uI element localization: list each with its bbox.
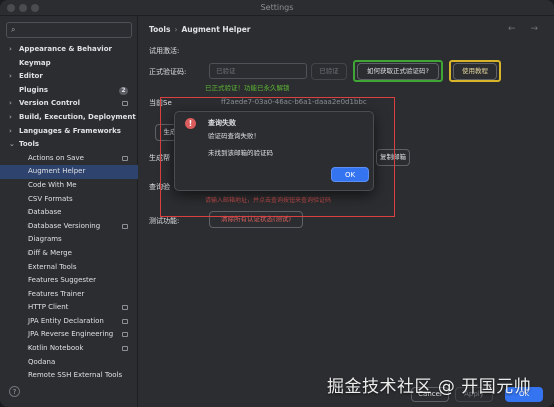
breadcrumb-separator-icon: › xyxy=(174,25,178,34)
sidebar-item-label: Features Suggester xyxy=(28,276,96,285)
error-dialog: ! 查询失败 验证码查询失败！ 未找到该邮箱的验证码 OK xyxy=(174,111,374,191)
sidebar-item-external-tools[interactable]: External Tools xyxy=(0,261,138,275)
breadcrumb: Tools › Augment Helper xyxy=(149,25,251,34)
chevron-right-icon[interactable]: › xyxy=(9,125,12,139)
breadcrumb-parent[interactable]: Tools xyxy=(149,25,170,34)
project-scope-icon xyxy=(122,346,128,352)
dialog-ok-button[interactable]: OK xyxy=(331,167,369,182)
tutorial-button[interactable]: 使用教程 xyxy=(453,63,497,80)
sidebar-item-label: Keymap xyxy=(19,58,51,67)
project-scope-icon xyxy=(122,332,128,338)
help-icon[interactable]: ? xyxy=(9,386,20,397)
sidebar-item-label: Languages & Frameworks xyxy=(19,126,121,135)
chevron-right-icon[interactable]: › xyxy=(9,43,12,57)
search-icon: ⌕ xyxy=(11,25,16,34)
sidebar-item-label: Plugins xyxy=(19,85,49,94)
project-scope-icon xyxy=(122,101,128,107)
sidebar-item-version-control[interactable]: › Version Control xyxy=(0,97,138,111)
code-label: 正式验证码: xyxy=(149,68,187,76)
sidebar-item-label: Editor xyxy=(19,72,43,81)
sidebar-item-remote-ssh-external-tools[interactable]: Remote SSH External Tools xyxy=(0,369,138,383)
watermark: 掘金技术社区 @ 开国元帅 xyxy=(327,377,532,397)
sidebar-item-label: Tools xyxy=(19,140,40,149)
sidebar-item-appearance-behavior[interactable]: › Appearance & Behavior xyxy=(0,43,138,57)
sidebar-item-label: Features Trainer xyxy=(28,289,85,298)
sidebar-item-label: JPA Entity Declaration xyxy=(28,316,104,325)
settings-search-input[interactable]: ⌕ xyxy=(6,22,132,38)
error-icon: ! xyxy=(185,118,196,129)
sidebar-item-diff-merge[interactable]: › Diff & Merge xyxy=(0,247,138,261)
dialog-detail: 未找到该邮箱的验证码 xyxy=(208,149,273,157)
settings-content: Tools › Augment Helper ← → 试用激活: 正式验证码: 已验… xyxy=(139,16,554,407)
sidebar-item-label: Qodana xyxy=(28,357,56,366)
sidebar-item-label: Diff & Merge xyxy=(28,248,72,257)
sidebar-item-code-with-me[interactable]: Code With Me xyxy=(0,179,138,193)
section-title: 试用激活: xyxy=(149,47,180,55)
window-title: Settings xyxy=(260,3,294,12)
sidebar-item-keymap[interactable]: Keymap xyxy=(0,57,138,71)
verified-button[interactable]: 已验证 xyxy=(311,63,347,80)
sidebar-item-label: Diagrams xyxy=(28,235,62,244)
dialog-title: 查询失败 xyxy=(208,119,236,127)
sidebar-item-label: Database Versioning xyxy=(28,221,101,230)
sidebar-item-languages-frameworks[interactable]: › Languages & Frameworks xyxy=(0,125,138,139)
sidebar-item-build-execution-deployment[interactable]: › Build, Execution, Deployment xyxy=(0,111,138,125)
sidebar-item-kotlin-notebook[interactable]: › Kotlin Notebook xyxy=(0,342,138,356)
sidebar-item-label: CSV Formats xyxy=(28,194,73,203)
how-to-get-code-button[interactable]: 如何获取正式验证码? xyxy=(357,63,439,80)
sidebar-item-diagrams[interactable]: Diagrams xyxy=(0,233,138,247)
sidebar-item-label: Actions on Save xyxy=(28,153,84,162)
sidebar-item-label: Database xyxy=(28,208,62,217)
sidebar-item-actions-on-save[interactable]: Actions on Save xyxy=(0,152,138,166)
updates-count-badge: 2 xyxy=(119,86,128,95)
sidebar-item-label: Version Control xyxy=(19,99,80,108)
chevron-right-icon[interactable]: › xyxy=(9,70,12,84)
project-scope-icon xyxy=(122,318,128,324)
project-scope-icon xyxy=(122,305,128,311)
sidebar-item-label: Remote SSH External Tools xyxy=(28,371,123,380)
sidebar-item-plugins[interactable]: Plugins 2 xyxy=(0,84,138,98)
title-bar: Settings xyxy=(0,0,554,16)
sidebar-item-label: Build, Execution, Deployment xyxy=(19,112,136,121)
sidebar-item-csv-formats[interactable]: CSV Formats xyxy=(0,193,138,207)
breadcrumb-current: Augment Helper xyxy=(181,25,251,34)
sidebar-item-label: JPA Reverse Engineering xyxy=(28,330,114,339)
sidebar-item-jpa-entity-declaration[interactable]: JPA Entity Declaration xyxy=(0,315,138,329)
settings-sidebar: ⌕ › Appearance & Behavior Keymap › Editor Plu… xyxy=(0,16,138,407)
settings-window: Settings ⌕ › Appearance & Behavior Keymap ›… xyxy=(0,0,554,407)
sidebar-item-tools[interactable]: ⌄ Tools xyxy=(0,138,138,152)
chevron-down-icon[interactable]: ⌄ xyxy=(9,138,15,152)
code-input[interactable]: 已验证 xyxy=(209,63,307,79)
sidebar-item-qodana[interactable]: Qodana xyxy=(0,356,138,370)
sidebar-item-http-client[interactable]: HTTP Client xyxy=(0,301,138,315)
nav-arrows-icon[interactable]: ← → xyxy=(508,24,544,34)
project-scope-icon xyxy=(122,155,128,161)
sidebar-item-label: Appearance & Behavior xyxy=(19,45,112,53)
sidebar-item-label: External Tools xyxy=(28,262,77,271)
sidebar-item-database[interactable]: › Database xyxy=(0,206,138,220)
sidebar-item-label: Augment Helper xyxy=(28,167,86,176)
project-scope-icon xyxy=(122,223,128,229)
sidebar-item-label: Code With Me xyxy=(28,180,77,189)
sidebar-item-label: HTTP Client xyxy=(28,303,69,312)
chevron-right-icon[interactable]: › xyxy=(9,111,12,125)
sidebar-item-database-versioning[interactable]: › Database Versioning xyxy=(0,220,138,234)
sidebar-item-features-trainer[interactable]: Features Trainer xyxy=(0,288,138,302)
sidebar-item-editor[interactable]: › Editor xyxy=(0,70,138,84)
test-label: 测试功能: xyxy=(149,217,180,225)
sidebar-item-label: Kotlin Notebook xyxy=(28,344,84,353)
chevron-right-icon[interactable]: › xyxy=(9,97,12,111)
verified-note: 已正式验证！功能已永久解锁 xyxy=(205,84,290,92)
sidebar-item-augment-helper[interactable]: Augment Helper xyxy=(0,165,138,179)
dialog-message: 验证码查询失败！ xyxy=(208,132,260,140)
settings-tree: › Appearance & Behavior Keymap › Editor Plugi… xyxy=(0,43,138,383)
sidebar-item-jpa-reverse-engineering[interactable]: JPA Reverse Engineering xyxy=(0,328,138,342)
sidebar-item-features-suggester[interactable]: Features Suggester xyxy=(0,274,138,288)
